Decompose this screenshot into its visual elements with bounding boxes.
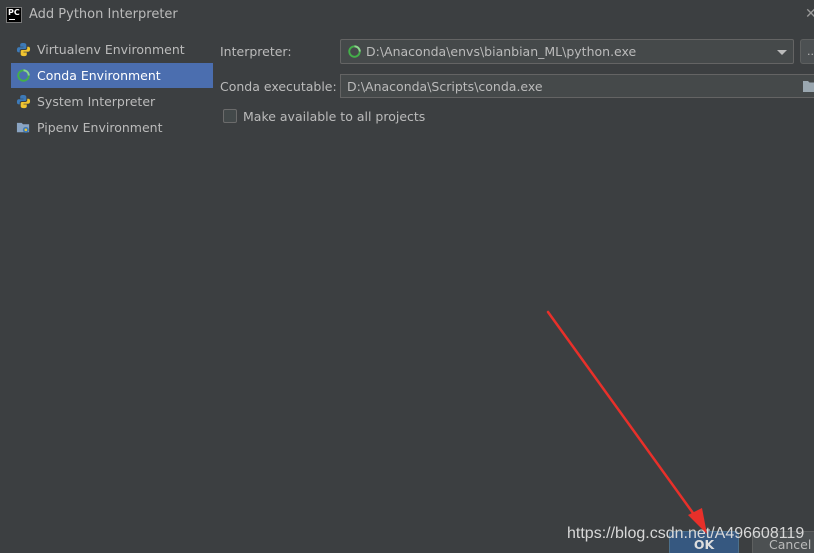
interpreter-dropdown[interactable]: D:\Anaconda\envs\bianbian_ML\python.exe bbox=[340, 39, 794, 64]
dialog-title: Add Python Interpreter bbox=[29, 7, 178, 22]
interpreter-label: Interpreter: bbox=[220, 44, 292, 59]
make-available-checkbox[interactable] bbox=[223, 109, 237, 123]
title-bar: PC Add Python Interpreter ✕ bbox=[0, 0, 814, 30]
pipenv-icon bbox=[16, 120, 31, 135]
interpreter-value: D:\Anaconda\envs\bianbian_ML\python.exe bbox=[366, 44, 637, 59]
folder-icon[interactable] bbox=[803, 80, 814, 95]
conda-executable-value: D:\Anaconda\Scripts\conda.exe bbox=[347, 78, 543, 94]
conda-icon bbox=[16, 68, 31, 83]
make-available-label: Make available to all projects bbox=[243, 109, 426, 124]
sidebar-item-conda[interactable]: Conda Environment bbox=[11, 63, 213, 88]
browse-interpreter-button[interactable]: ... bbox=[800, 39, 814, 64]
close-icon[interactable]: ✕ bbox=[805, 6, 814, 22]
watermark-text: https://blog.csdn.net/A496608119 bbox=[567, 525, 805, 542]
sidebar-item-pipenv[interactable]: Pipenv Environment bbox=[11, 115, 213, 140]
python-icon bbox=[16, 94, 31, 109]
conda-executable-label: Conda executable: bbox=[220, 79, 337, 94]
add-interpreter-dialog: PC Add Python Interpreter ✕ Virtualenv E… bbox=[0, 0, 814, 553]
sidebar-item-label: Virtualenv Environment bbox=[37, 42, 185, 57]
sidebar-item-virtualenv[interactable]: Virtualenv Environment bbox=[11, 37, 213, 62]
sidebar-item-label: Pipenv Environment bbox=[37, 120, 163, 135]
python-icon bbox=[16, 42, 31, 57]
sidebar-item-system[interactable]: System Interpreter bbox=[11, 89, 213, 114]
logo-text: PC bbox=[8, 8, 20, 17]
conda-icon bbox=[347, 44, 362, 59]
sidebar-item-label: System Interpreter bbox=[37, 94, 156, 109]
pycharm-logo-icon: PC bbox=[6, 7, 22, 23]
conda-executable-field[interactable]: D:\Anaconda\Scripts\conda.exe bbox=[340, 74, 814, 98]
environment-type-list: Virtualenv Environment Conda Environment… bbox=[0, 36, 214, 156]
sidebar-item-label: Conda Environment bbox=[37, 68, 161, 83]
chevron-down-icon[interactable] bbox=[777, 50, 787, 55]
